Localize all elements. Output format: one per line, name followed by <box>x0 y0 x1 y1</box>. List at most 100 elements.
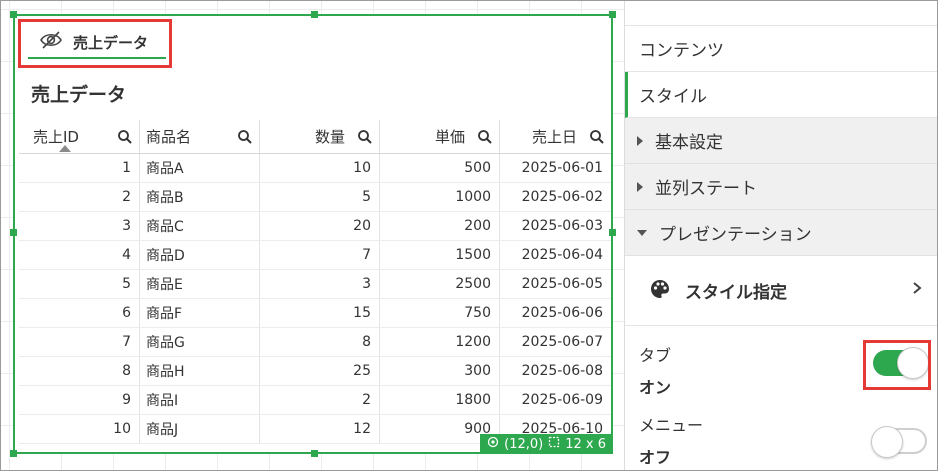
table-header: 売上ID 商品名 数量 単価 売上日 <box>19 120 611 154</box>
column-label: 売上日 <box>531 128 577 146</box>
resize-handle-bm[interactable] <box>311 450 318 457</box>
caret-right-icon <box>637 135 643 146</box>
table-cell: 1200 <box>380 328 500 356</box>
table-cell: 商品J <box>140 415 260 443</box>
table-cell: 12 <box>260 415 380 443</box>
table-row[interactable]: 2 商品B 5 1000 2025-06-02 <box>19 183 611 212</box>
table-cell: 商品H <box>140 357 260 385</box>
table-row[interactable]: 6 商品F 15 750 2025-06-06 <box>19 299 611 328</box>
properties-panel: コンテンツ スタイル 基本設定 並列ステート プレゼンテーション スタイル指定 … <box>624 1 938 470</box>
table-cell: 10 <box>260 154 380 182</box>
table-cell: 8 <box>19 357 140 385</box>
resize-handle-tl[interactable] <box>10 11 17 18</box>
caret-down-icon <box>637 229 647 236</box>
table-cell: 2025-06-02 <box>521 189 603 205</box>
table-cell: 商品C <box>140 212 260 240</box>
table-cell: 商品B <box>140 183 260 211</box>
table-cell: 3 <box>260 270 380 298</box>
section-label: 基本設定 <box>655 133 723 153</box>
column-header-quantity[interactable]: 数量 <box>260 120 380 153</box>
table-cell: 5 <box>260 183 380 211</box>
table-cell: 2025-06-04 <box>521 247 603 263</box>
table-cell: 商品A <box>140 154 260 182</box>
table-cell: 15 <box>260 299 380 327</box>
resize-handle-tm[interactable] <box>311 11 318 18</box>
table-cell: 2025-06-08 <box>521 363 603 379</box>
table-cell: 10 <box>19 415 140 443</box>
table-cell: 2025-06-03 <box>521 218 603 234</box>
table-cell: 商品D <box>140 241 260 269</box>
table-cell: 商品E <box>140 270 260 298</box>
table-cell: 2025-06-05 <box>521 276 603 292</box>
data-table: 売上ID 商品名 数量 単価 売上日 1 商品A 10 500 2025-06-… <box>19 120 611 444</box>
column-label: 商品名 <box>146 128 192 146</box>
section-presentation[interactable]: プレゼンテーション <box>625 210 938 256</box>
table-cell: 2025-06-07 <box>521 334 603 350</box>
column-label: 単価 <box>434 128 465 146</box>
table-row[interactable]: 9 商品I 2 1800 2025-06-09 <box>19 386 611 415</box>
size-readout: 12 x 6 <box>565 436 606 452</box>
table-cell: 商品G <box>140 328 260 356</box>
search-icon[interactable] <box>111 129 139 145</box>
table-cell: 300 <box>380 357 500 385</box>
table-row[interactable]: 4 商品D 7 1500 2025-06-04 <box>19 241 611 270</box>
table-row[interactable]: 5 商品E 3 2500 2025-06-05 <box>19 270 611 299</box>
table-cell: 7 <box>19 328 140 356</box>
palette-icon <box>649 278 671 304</box>
toggle-highlight <box>863 340 931 390</box>
table-object[interactable]: 売上データ 売上データ 売上ID 商品名 数量 単価 売上日 1 商品A 10 … <box>10 11 616 457</box>
search-icon[interactable] <box>351 129 379 145</box>
table-cell: 500 <box>380 154 500 182</box>
resize-handle-tr[interactable] <box>609 11 616 18</box>
table-cell: 9 <box>19 386 140 414</box>
style-spec-label: スタイル指定 <box>685 283 787 303</box>
table-cell: 2 <box>19 183 140 211</box>
caret-right-icon <box>637 181 643 192</box>
column-header-sales-date[interactable]: 売上日 <box>500 120 611 153</box>
style-spec-row[interactable]: スタイル指定 <box>625 256 938 326</box>
tab-contents[interactable]: コンテンツ <box>625 26 938 72</box>
panel-header <box>625 1 938 26</box>
target-icon <box>487 436 499 452</box>
table-cell: 2025-06-01 <box>521 160 603 176</box>
section-parallel-state[interactable]: 並列ステート <box>625 164 938 210</box>
table-cell: 2 <box>260 386 380 414</box>
property-label: メニュー <box>639 416 704 435</box>
table-cell: 1000 <box>380 183 500 211</box>
resize-handle-bl[interactable] <box>10 450 17 457</box>
chevron-right-icon <box>912 280 922 299</box>
section-basic-settings[interactable]: 基本設定 <box>625 118 938 164</box>
search-icon[interactable] <box>583 129 611 145</box>
property-menu: メニュー オフ <box>625 396 938 467</box>
table-cell: 3 <box>19 212 140 240</box>
position-readout: (12,0) <box>504 436 544 452</box>
property-label: タブ <box>639 346 672 365</box>
table-row[interactable]: 1 商品A 10 500 2025-06-01 <box>19 154 611 183</box>
table-cell: 200 <box>380 212 500 240</box>
table-cell: 8 <box>260 328 380 356</box>
sheet-canvas[interactable]: 売上データ 売上データ 売上ID 商品名 数量 単価 売上日 1 商品A 10 … <box>1 1 624 470</box>
column-header-unit-price[interactable]: 単価 <box>380 120 500 153</box>
column-header-sales-id[interactable]: 売上ID <box>19 120 140 153</box>
table-cell: 4 <box>19 241 140 269</box>
table-cell: 20 <box>260 212 380 240</box>
table-cell: 1 <box>19 154 140 182</box>
search-icon[interactable] <box>231 129 259 145</box>
menu-toggle[interactable] <box>871 426 927 458</box>
table-row[interactable]: 7 商品G 8 1200 2025-06-07 <box>19 328 611 357</box>
table-cell: 1500 <box>380 241 500 269</box>
table-cell: 商品F <box>140 299 260 327</box>
tab-style[interactable]: スタイル <box>625 72 938 118</box>
search-icon[interactable] <box>471 129 499 145</box>
table-cell: 750 <box>380 299 500 327</box>
table-row[interactable]: 8 商品H 25 300 2025-06-08 <box>19 357 611 386</box>
table-cell: 商品I <box>140 386 260 414</box>
property-value: オン <box>639 378 672 397</box>
section-label: 並列ステート <box>655 179 757 199</box>
object-title: 売上データ <box>31 84 127 106</box>
column-header-product[interactable]: 商品名 <box>140 120 260 153</box>
table-cell: 25 <box>260 357 380 385</box>
resize-handle-ml[interactable] <box>10 229 17 236</box>
table-row[interactable]: 3 商品C 20 200 2025-06-03 <box>19 212 611 241</box>
table-cell: 2025-06-06 <box>521 305 603 321</box>
